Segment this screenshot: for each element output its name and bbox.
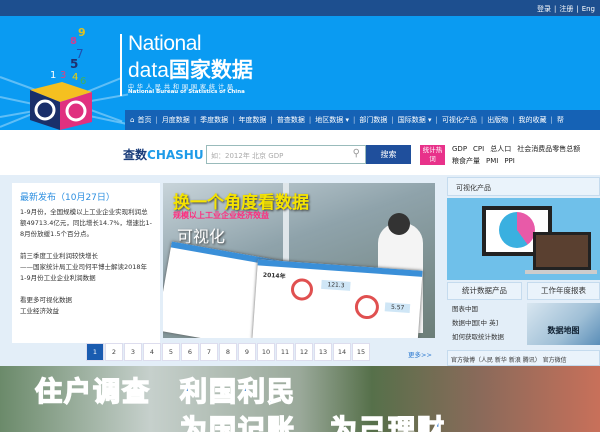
title-data: data (128, 59, 169, 82)
banner-text: 利国利民 (179, 376, 296, 409)
chashu-logo: 查数CHASHU (123, 146, 204, 163)
page-6-button[interactable]: 6 (181, 343, 199, 361)
news-link[interactable]: 看更多可视化数据 (20, 295, 152, 306)
data-map[interactable]: 数据地图 (527, 303, 600, 345)
svg-text:6: 6 (80, 76, 86, 87)
banner-text: 为己理财 (329, 414, 446, 432)
nav-annual[interactable]: 年度数据 (239, 115, 267, 125)
hot-word[interactable]: 粮食产量 (452, 157, 480, 165)
svg-text:1: 1 (50, 70, 56, 81)
news-link[interactable]: 工业经济效益 (20, 306, 152, 317)
subtitle-en: National Bureau of Statistics of China (128, 89, 245, 95)
news-link[interactable]: ——国家统计局工业司何平博士解读2018年1-9月份工业企业利润数据 (20, 262, 152, 284)
dashboard-card: 2014年 121.3 5.57 (252, 259, 423, 338)
nav-favorites[interactable]: 我的收藏 (519, 115, 547, 125)
product-links: 图表中国 数据中国[中 英] 如何获取统计数据 (452, 302, 504, 344)
visualization-title: 可视化产品 (447, 177, 600, 196)
nav-departmental[interactable]: 部门数据 (359, 115, 387, 125)
page-11-button[interactable]: 11 (276, 343, 294, 361)
svg-text:4: 4 (72, 72, 78, 83)
svg-text:5: 5 (70, 57, 78, 71)
svg-text:8: 8 (70, 36, 77, 47)
svg-text:9: 9 (78, 26, 86, 39)
official-weibo[interactable]: 官方微博（人民 新华 新浪 腾讯） 官方微信 (447, 350, 600, 366)
page-7-button[interactable]: 7 (200, 343, 218, 361)
site-title-en: National (128, 32, 202, 55)
nav-regional[interactable]: 地区数据 ▾ (315, 115, 349, 125)
search-icon[interactable]: ⚲ (353, 148, 360, 159)
hot-word[interactable]: 总人口 (490, 145, 511, 153)
hot-word[interactable]: GDP (452, 145, 467, 153)
logo-cube-icon: 9 8 7 5 1 3 4 6 2 (30, 26, 92, 130)
page-2-button[interactable]: 2 (105, 343, 123, 361)
home-icon[interactable]: ⌂ (130, 116, 134, 124)
chashu-en: CHASHU (147, 148, 204, 162)
banner-text: 住户调查 (34, 376, 151, 409)
page-15-button[interactable]: 15 (352, 343, 370, 361)
carousel-image[interactable]: 换一个角度看数据 规模以上工业企业经济效益 可视化 2014年 121.3 5.… (163, 183, 435, 338)
banner-text: 为国记账 (179, 414, 296, 432)
nav-visualization[interactable]: 可视化产品 (442, 115, 477, 125)
svg-text:3: 3 (60, 70, 66, 81)
page-1-button[interactable]: 1 (86, 343, 104, 361)
more-link[interactable]: 更多>> (408, 349, 432, 359)
page-14-button[interactable]: 14 (333, 343, 351, 361)
hot-words-tag: 统计热词 (420, 145, 445, 165)
nav-home[interactable]: 首页 (137, 115, 151, 125)
news-summary[interactable]: 1-9月份，全国规模以上工业企业实现利润总额49713.4亿元，同比增长14.7… (20, 207, 152, 240)
tab-stat-products[interactable]: 统计数据产品 (447, 282, 522, 300)
hot-word[interactable]: CPI (473, 145, 484, 153)
page-9-button[interactable]: 9 (238, 343, 256, 361)
pagination: 1 2 3 4 5 6 7 8 9 10 11 12 13 14 15 (86, 343, 370, 361)
login-link[interactable]: 登录 (537, 5, 551, 13)
nav-quarterly[interactable]: 季度数据 (200, 115, 228, 125)
register-link[interactable]: 注册 (559, 5, 573, 13)
page-5-button[interactable]: 5 (162, 343, 180, 361)
tab-annual-report[interactable]: 工作年度报表 (527, 282, 600, 300)
nav-publications[interactable]: 出版物 (487, 115, 508, 125)
household-survey-banner[interactable]: 住户调查 利国利民 为国记账 为己理财 (0, 366, 600, 432)
page-13-button[interactable]: 13 (314, 343, 332, 361)
site-title: data国家数据 (128, 54, 253, 84)
nav-help[interactable]: 帮 (557, 115, 564, 125)
page-12-button[interactable]: 12 (295, 343, 313, 361)
top-bar: 登录 | 注册 | Eng (0, 0, 600, 16)
nav-international[interactable]: 国际数据 ▾ (398, 115, 432, 125)
hot-word[interactable]: 社会消费品零售总额 (517, 145, 580, 153)
page-4-button[interactable]: 4 (143, 343, 161, 361)
search-input[interactable]: 如：2012年 北京 GDP ⚲ (206, 145, 366, 164)
page-3-button[interactable]: 3 (124, 343, 142, 361)
nav-monthly[interactable]: 月度数据 (162, 115, 190, 125)
search-placeholder: 如：2012年 北京 GDP (211, 152, 284, 160)
nav-census[interactable]: 普查数据 (277, 115, 305, 125)
card-value: 121.3 (321, 279, 351, 291)
search-button[interactable]: 搜索 (366, 145, 411, 164)
news-heading[interactable]: 最新发布（10月27日） (20, 193, 152, 204)
carousel-subline: 规模以上工业企业经济效益 (173, 211, 269, 220)
chashu-cn: 查数 (123, 148, 148, 162)
link-data-china[interactable]: 数据中国[中 英] (452, 316, 504, 330)
main-nav: ⌂ 首页 | 月度数据 | 季度数据 | 年度数据 | 普查数据 | 地区数据 ▾ | 部门… (125, 110, 600, 130)
news-link[interactable]: 前三季度工业利润较快增长 (20, 251, 152, 262)
visualization-image[interactable] (447, 198, 600, 280)
link-get-data[interactable]: 如何获取统计数据 (452, 330, 504, 344)
card-value: 5.57 (384, 302, 411, 314)
english-link[interactable]: Eng (582, 5, 595, 13)
divider (120, 34, 122, 96)
hot-word[interactable]: PMI (486, 157, 498, 165)
card-year: 2014年 (262, 271, 286, 281)
link-charts-china[interactable]: 图表中国 (452, 302, 504, 316)
hot-words: GDP CPI 总人口 社会消费品零售总额 粮食产量 PMI PPI (452, 143, 600, 167)
latest-news-panel: 最新发布（10月27日） 1-9月份，全国规模以上工业企业实现利润总额49713… (12, 183, 160, 343)
page-10-button[interactable]: 10 (257, 343, 275, 361)
hot-word[interactable]: PPI (504, 157, 515, 165)
page-8-button[interactable]: 8 (219, 343, 237, 361)
title-cn: 国家数据 (168, 59, 253, 82)
